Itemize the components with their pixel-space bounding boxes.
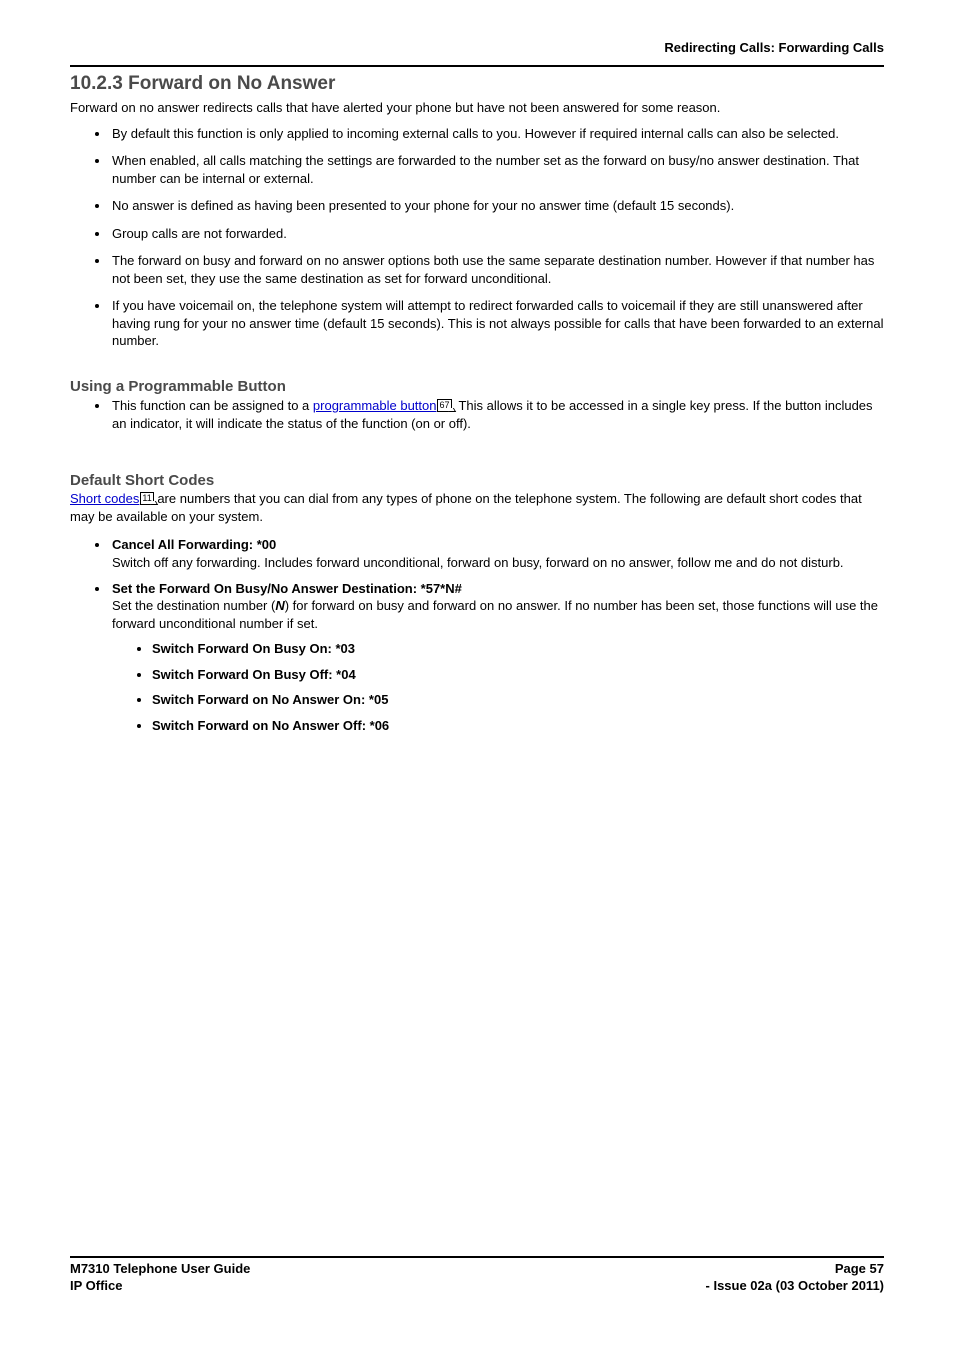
short-code-desc: Switch off any forwarding. Includes forw… <box>112 555 844 570</box>
list-item: Cancel All Forwarding: *00 Switch off an… <box>110 536 884 571</box>
text: Set the destination number ( <box>112 598 275 613</box>
page-ref-icon: 67 <box>437 399 451 412</box>
short-code-title: Set the Forward On Busy/No Answer Destin… <box>112 581 462 596</box>
footer-page-number: Page 57 <box>835 1260 884 1278</box>
list-item: When enabled, all calls matching the set… <box>110 152 884 187</box>
main-bullet-list: By default this function is only applied… <box>70 125 884 350</box>
section-number: 10.2.3 <box>70 73 123 94</box>
short-codes-link[interactable]: Short codes <box>70 491 139 506</box>
list-item: If you have voicemail on, the telephone … <box>110 297 884 350</box>
short-code-title: Cancel All Forwarding: *00 <box>112 537 276 552</box>
programmable-button-link[interactable]: programmable button <box>313 398 437 413</box>
list-item: Set the Forward On Busy/No Answer Destin… <box>110 580 884 735</box>
list-item: Switch Forward On Busy Off: *04 <box>152 666 884 684</box>
footer-product: IP Office <box>70 1277 123 1295</box>
page-ref-icon: 11 <box>140 492 153 505</box>
section-title-text: Forward on No Answer <box>128 73 335 94</box>
page-footer: M7310 Telephone User Guide Page 57 IP Of… <box>70 1256 884 1295</box>
programmable-button-list: This function can be assigned to a progr… <box>70 397 884 432</box>
header-rule <box>70 65 884 67</box>
list-item: This function can be assigned to a progr… <box>110 397 884 432</box>
short-code-sublist: Switch Forward On Busy On: *03 Switch Fo… <box>112 640 884 734</box>
short-codes-paragraph: Short codes11 are numbers that you can d… <box>70 490 884 526</box>
subheading-default-short-codes: Default Short Codes <box>70 472 884 489</box>
footer-rule <box>70 1256 884 1258</box>
footer-guide-title: M7310 Telephone User Guide <box>70 1260 250 1278</box>
list-item: Group calls are not forwarded. <box>110 225 884 243</box>
list-item: Switch Forward On Busy On: *03 <box>152 640 884 658</box>
intro-paragraph: Forward on no answer redirects calls tha… <box>70 99 884 117</box>
document-page: Redirecting Calls: Forwarding Calls 10.2… <box>0 0 954 1351</box>
list-item: No answer is defined as having been pres… <box>110 197 884 215</box>
list-item: Switch Forward on No Answer On: *05 <box>152 691 884 709</box>
breadcrumb: Redirecting Calls: Forwarding Calls <box>70 40 884 55</box>
list-item: The forward on busy and forward on no an… <box>110 252 884 287</box>
text: are numbers that you can dial from any t… <box>70 491 862 524</box>
list-item: Switch Forward on No Answer Off: *06 <box>152 717 884 735</box>
subheading-programmable-button: Using a Programmable Button <box>70 378 884 395</box>
text: This function can be assigned to a <box>112 398 313 413</box>
variable-n: N <box>275 598 284 613</box>
list-item: By default this function is only applied… <box>110 125 884 143</box>
short-codes-list: Cancel All Forwarding: *00 Switch off an… <box>70 536 884 734</box>
footer-issue-date: - Issue 02a (03 October 2011) <box>706 1277 884 1295</box>
section-heading: 10.2.3 Forward on No Answer <box>70 73 884 95</box>
